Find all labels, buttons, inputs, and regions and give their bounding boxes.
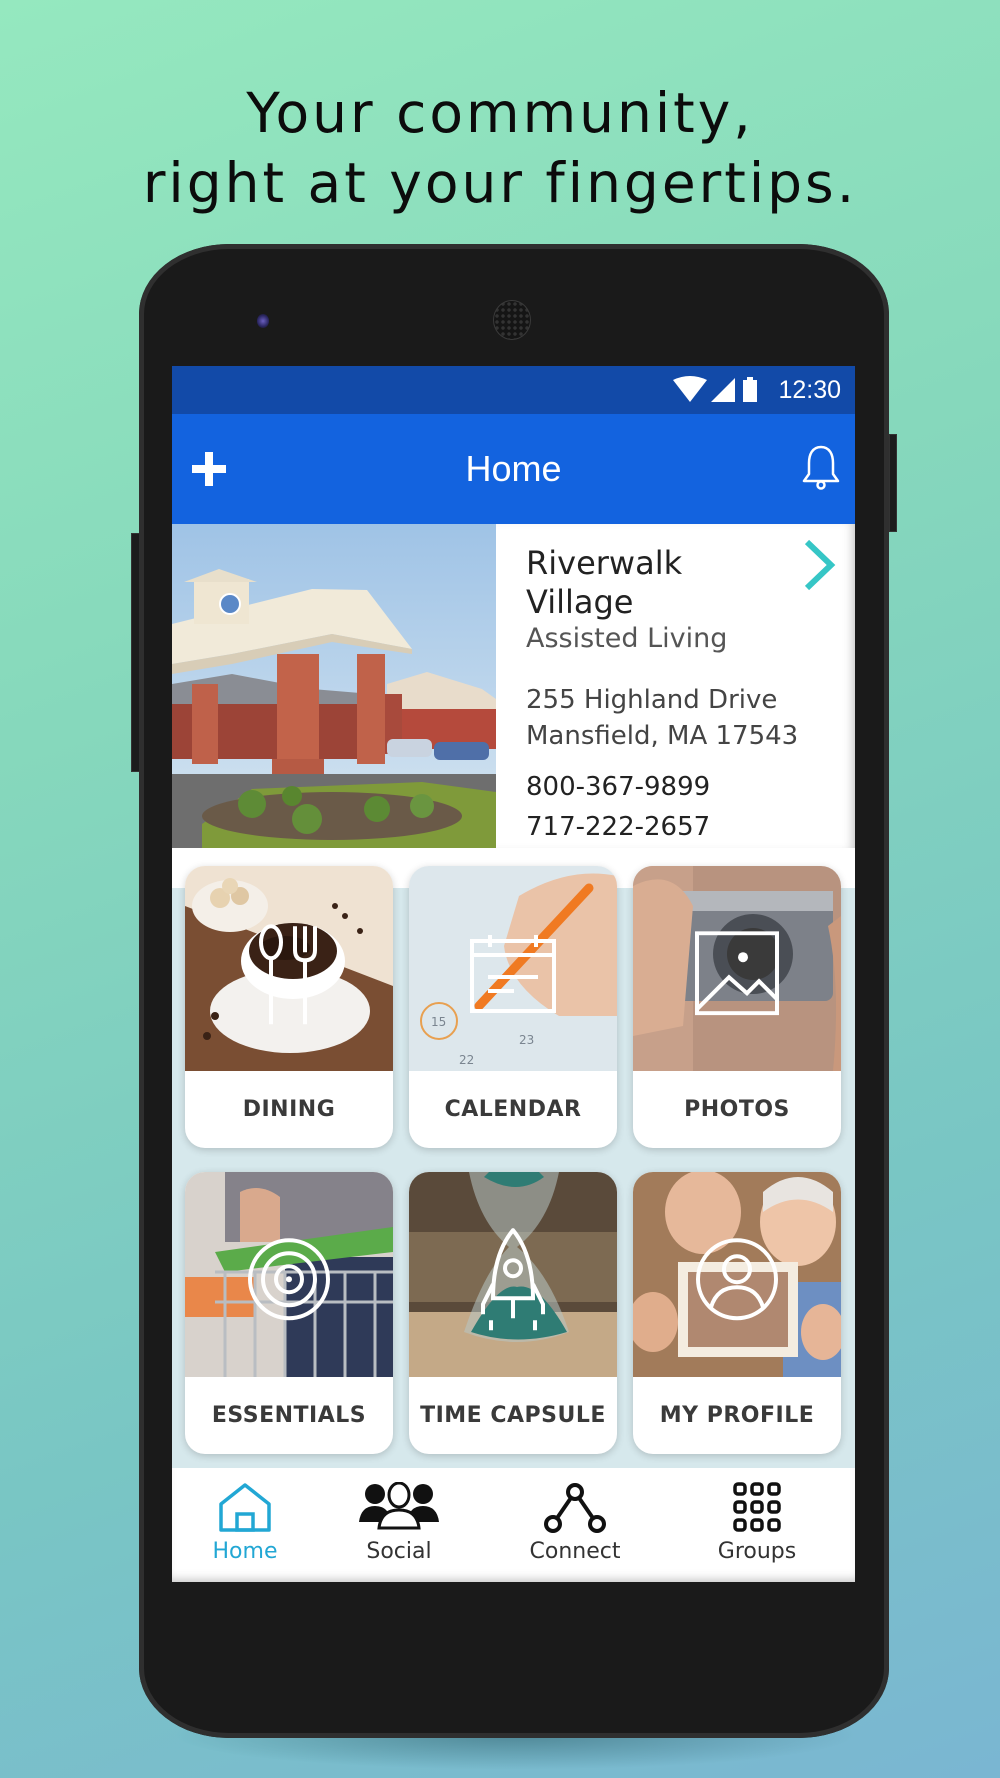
svg-text:23: 23 — [519, 1033, 534, 1047]
app-bar: Home — [172, 414, 855, 524]
community-photo — [172, 524, 496, 848]
community-address: 255 Highland Drive Mansfield, MA 17543 — [526, 682, 798, 754]
phone-number-1[interactable]: 800-367-9899 — [526, 770, 710, 804]
nav-label: Groups — [717, 1539, 797, 1564]
tile-label: TIME CAPSULE — [420, 1403, 606, 1428]
page-title: Home — [465, 448, 562, 489]
feature-grid: DINING 15 23 22 CALENDAR PHOTOS ESSENTIA… — [172, 848, 855, 1468]
status-time: 12:30 — [778, 376, 841, 404]
community-details-button[interactable] — [801, 538, 837, 592]
building-photo — [172, 524, 496, 848]
nav-label: Social — [366, 1539, 432, 1564]
target-icon — [248, 1237, 330, 1320]
user-circle-icon — [696, 1237, 778, 1320]
address-line-2: Mansfield, MA 17543 — [526, 721, 799, 751]
home-icon — [219, 1483, 271, 1532]
tile-photos[interactable]: PHOTOS — [633, 866, 841, 1148]
address-line-1: 255 Highland Drive — [526, 685, 778, 715]
nav-home[interactable]: Home — [172, 1468, 330, 1582]
calendar-icon — [470, 934, 556, 1013]
nav-label: Home — [212, 1539, 278, 1564]
bottom-navigation: Home Social Connect Groups — [172, 1468, 855, 1582]
nav-label: Connect — [529, 1539, 621, 1564]
tile-label: DINING — [242, 1097, 336, 1122]
front-camera-icon — [257, 314, 269, 328]
connect-nodes-icon — [544, 1483, 606, 1533]
chevron-right-icon — [804, 539, 836, 591]
profile-photo — [633, 1172, 841, 1377]
tile-label: PHOTOS — [684, 1097, 790, 1122]
utensils-icon — [259, 923, 317, 1024]
community-info: Riverwalk Village Assisted Living 255 Hi… — [496, 524, 855, 848]
tile-label: CALENDAR — [444, 1097, 582, 1122]
nav-connect[interactable]: Connect — [490, 1468, 660, 1582]
essentials-photo — [185, 1172, 393, 1377]
photos-photo — [633, 866, 841, 1071]
calendar-photo: 15 23 22 — [409, 866, 617, 1071]
community-name: Riverwalk Village — [526, 544, 683, 621]
status-bar: 12:30 — [172, 366, 855, 414]
tile-my-profile[interactable]: MY PROFILE — [633, 1172, 841, 1454]
earpiece-speaker-icon — [493, 300, 531, 340]
time-capsule-photo — [409, 1172, 617, 1377]
community-card[interactable]: Riverwalk Village Assisted Living 255 Hi… — [172, 524, 855, 848]
dining-photo — [185, 866, 393, 1071]
tile-essentials[interactable]: ESSENTIALS — [185, 1172, 393, 1454]
bell-icon — [802, 445, 840, 490]
wifi-icon — [673, 376, 707, 402]
svg-text:15: 15 — [431, 1015, 446, 1029]
phone-screen: 12:30 Home Riverwalk Village Assisted Li… — [172, 366, 855, 1582]
community-type: Assisted Living — [526, 623, 728, 654]
image-icon — [695, 930, 779, 1015]
status-icons — [673, 376, 757, 402]
phone-number-2[interactable]: 717-222-2657 — [526, 810, 710, 844]
tile-time-capsule[interactable]: TIME CAPSULE — [409, 1172, 617, 1454]
headline-line-2: right at your fingertips. — [142, 151, 858, 215]
notifications-button[interactable] — [801, 444, 841, 490]
phone-power-button — [889, 434, 897, 532]
tile-calendar[interactable]: 15 23 22 CALENDAR — [409, 866, 617, 1148]
nav-groups[interactable]: Groups — [672, 1468, 842, 1582]
headline-line-1: Your community, — [246, 81, 754, 145]
tile-dining[interactable]: DINING — [185, 866, 393, 1148]
grid-icon — [733, 1482, 781, 1532]
cellular-signal-icon — [711, 378, 735, 402]
nav-social[interactable]: Social — [314, 1468, 484, 1582]
tile-label: MY PROFILE — [659, 1403, 815, 1428]
tile-label: ESSENTIALS — [211, 1403, 367, 1428]
headline: Your community, right at your fingertips… — [0, 78, 1000, 218]
people-icon — [359, 1482, 439, 1530]
svg-text:22: 22 — [459, 1053, 474, 1067]
rocket-icon — [481, 1227, 545, 1330]
battery-icon — [743, 377, 757, 402]
